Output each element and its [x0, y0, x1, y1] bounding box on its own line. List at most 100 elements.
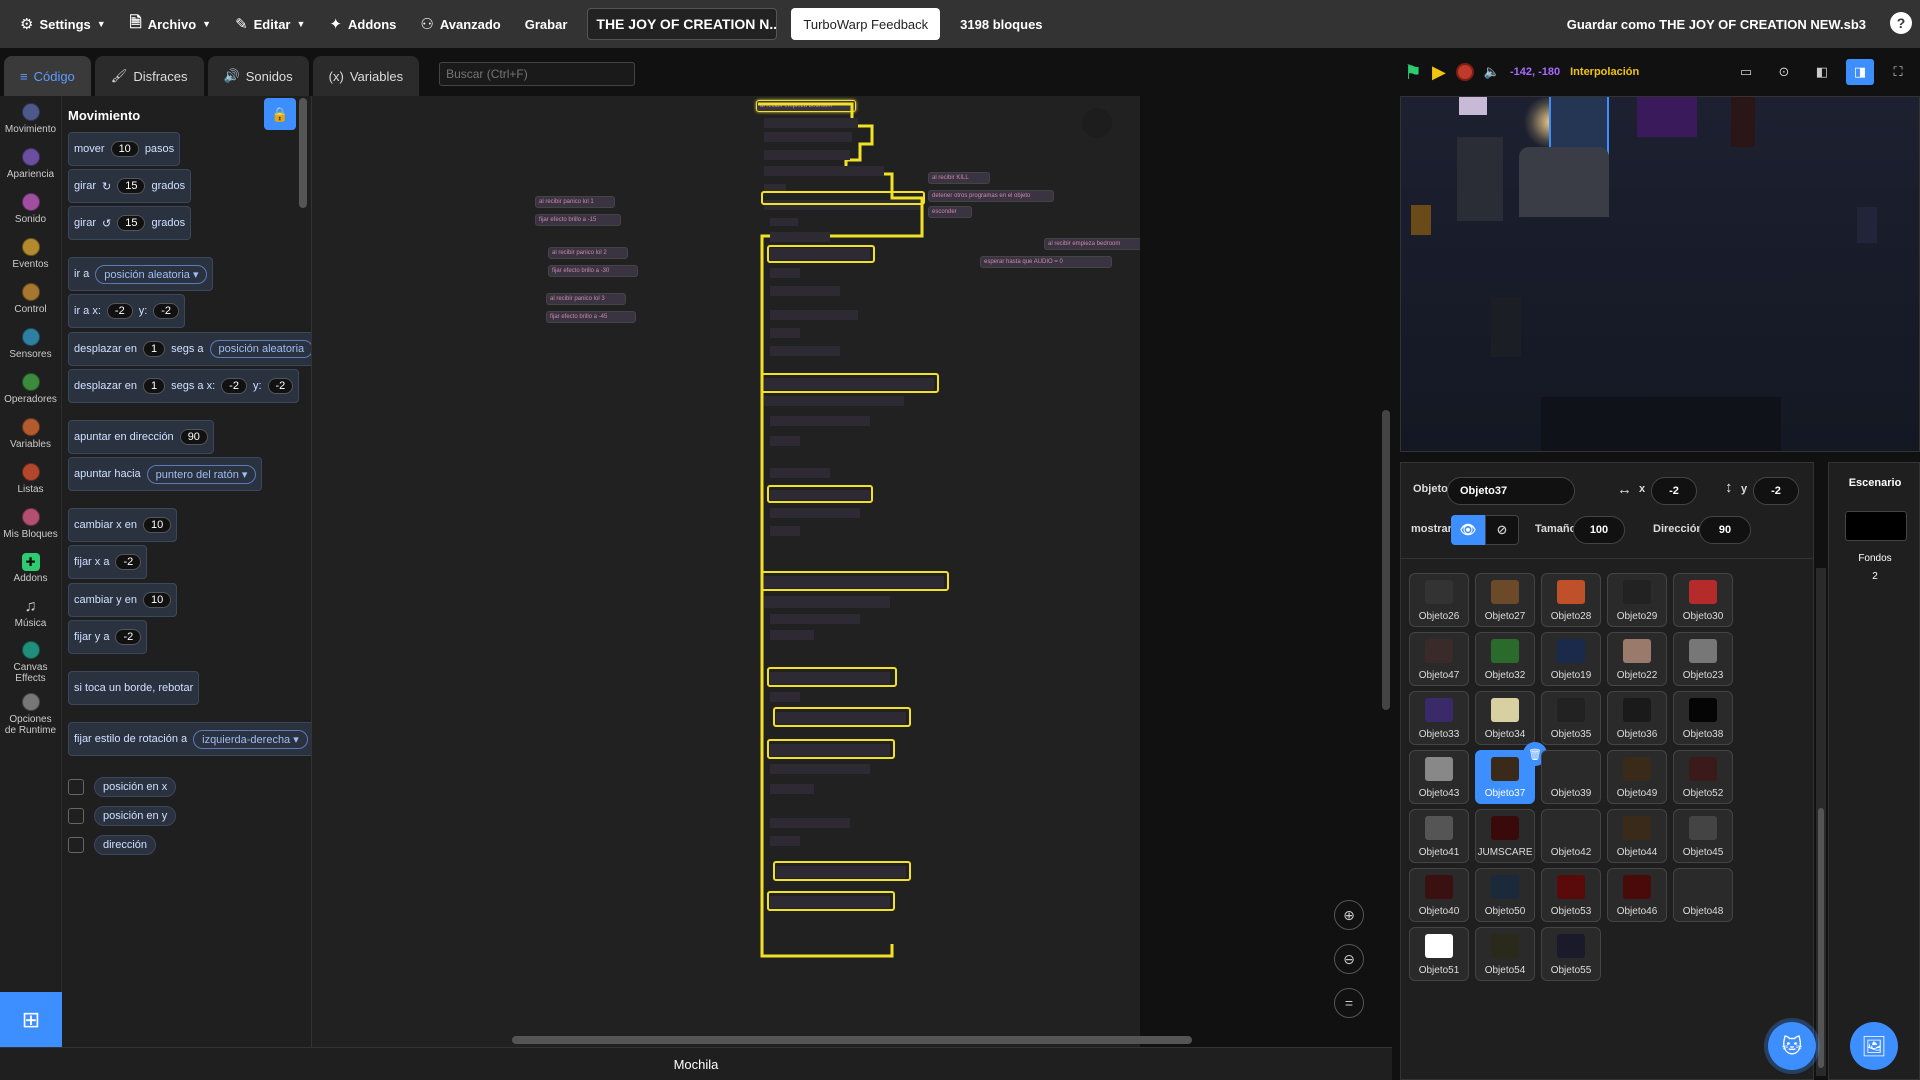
- monitor-checkbox[interactable]: [68, 808, 84, 824]
- save-as-button[interactable]: Guardar como THE JOY OF CREATION NEW.sb3: [1555, 0, 1878, 48]
- block-dropdown[interactable]: izquierda-derecha ▾: [193, 729, 308, 749]
- sprite-tile[interactable]: Objeto53: [1541, 868, 1601, 922]
- sprite-tile[interactable]: Objeto26: [1409, 573, 1469, 627]
- reporter-direccion[interactable]: dirección: [68, 835, 157, 855]
- sprite-tile[interactable]: Objeto34: [1475, 691, 1535, 745]
- search-input[interactable]: [439, 62, 636, 86]
- size-input[interactable]: 100: [1573, 516, 1625, 544]
- play-icon[interactable]: ▶: [1432, 62, 1446, 83]
- block-cambiar-y[interactable]: cambiar y en 10: [68, 583, 178, 617]
- category-movimiento[interactable]: Movimiento: [0, 96, 61, 141]
- sprite-tile[interactable]: Objeto19: [1541, 632, 1601, 686]
- tab-sonidos[interactable]: 🔊 Sonidos: [207, 56, 309, 96]
- direction-input[interactable]: 90: [1699, 516, 1751, 544]
- category-mis-bloques[interactable]: Mis Bloques: [0, 501, 61, 546]
- help-icon[interactable]: ?: [1890, 12, 1912, 34]
- block-input[interactable]: -2: [267, 378, 294, 394]
- small-stage-icon[interactable]: ◧: [1808, 59, 1836, 85]
- block-dropdown[interactable]: posición aleatoria ▾: [95, 264, 208, 284]
- script-hat[interactable]: al recibir empieza bedroom: [1044, 238, 1140, 250]
- block-girar-derecha[interactable]: girar ↻ 15 grados: [68, 169, 192, 203]
- block-desplazar-a[interactable]: desplazar en 1 segs a posición aleatoria: [68, 332, 311, 366]
- sprite-tile[interactable]: Objeto42: [1541, 809, 1601, 863]
- script-block[interactable]: fijar efecto brillo a -45: [546, 311, 636, 323]
- y-input[interactable]: -2: [1753, 477, 1799, 505]
- sprite-tile[interactable]: Objeto54: [1475, 927, 1535, 981]
- category-musica[interactable]: ♫ Música: [0, 591, 61, 636]
- feedback-button[interactable]: TurboWarp Feedback: [791, 8, 941, 40]
- category-variables[interactable]: Variables: [0, 411, 61, 456]
- zoom-reset-button[interactable]: =: [1334, 988, 1364, 1018]
- sprite-tile[interactable]: Objeto47: [1409, 632, 1469, 686]
- sprite-tile[interactable]: Objeto44: [1607, 809, 1667, 863]
- tab-variables[interactable]: (x) Variables: [312, 56, 420, 96]
- block-input[interactable]: -2: [153, 303, 180, 319]
- sprite-tile[interactable]: Objeto52: [1673, 750, 1733, 804]
- sprite-tile[interactable]: Objeto28: [1541, 573, 1601, 627]
- sprite-list-scrollbar-thumb[interactable]: [1818, 808, 1824, 1068]
- category-addons[interactable]: ✚ Addons: [0, 546, 61, 591]
- sprite-tile[interactable]: Objeto50: [1475, 868, 1535, 922]
- sprite-tile[interactable]: Objeto33: [1409, 691, 1469, 745]
- large-stage-icon[interactable]: ◨: [1846, 59, 1874, 85]
- category-sensores[interactable]: Sensores: [0, 321, 61, 366]
- block-dropdown[interactable]: puntero del ratón ▾: [146, 464, 257, 484]
- stage-target-panel[interactable]: Escenario Fondos 2: [1828, 462, 1920, 1080]
- sprite-tile[interactable]: Objeto30: [1673, 573, 1733, 627]
- sprite-tile[interactable]: Objeto55: [1541, 927, 1601, 981]
- block-ir-a[interactable]: ir a posición aleatoria ▾: [68, 257, 214, 291]
- script-workspace[interactable]: al recibir panico lol 1 fijar efecto bri…: [312, 96, 1140, 1047]
- reporter-posicion-x[interactable]: posición en x: [68, 777, 177, 797]
- archivo-menu[interactable]: 🗎 Archivo ▼: [118, 0, 223, 48]
- script-block[interactable]: esperar hasta que AUDIO = 0: [980, 256, 1112, 268]
- script-block[interactable]: fijar efecto brillo a -30: [548, 265, 638, 277]
- sprite-tile[interactable]: Objeto45: [1673, 809, 1733, 863]
- category-opciones-runtime[interactable]: Opciones de Runtime: [0, 688, 61, 740]
- category-operadores[interactable]: Operadores: [0, 366, 61, 411]
- tab-codigo[interactable]: ≡ Código: [4, 56, 91, 96]
- block-input[interactable]: 1: [143, 378, 166, 394]
- block-input[interactable]: 90: [179, 429, 208, 445]
- block-input[interactable]: 15: [117, 215, 146, 231]
- sprite-tile[interactable]: Objeto46: [1607, 868, 1667, 922]
- lock-palette-button[interactable]: 🔒: [264, 98, 296, 130]
- block-girar-izquierda[interactable]: girar ↺ 15 grados: [68, 206, 192, 240]
- category-canvas-effects[interactable]: Canvas Effects: [0, 636, 61, 688]
- category-control[interactable]: Control: [0, 276, 61, 321]
- workspace-horizontal-scrollbar[interactable]: [512, 1036, 1192, 1044]
- block-input[interactable]: 10: [142, 517, 172, 533]
- sprite-tile[interactable]: Objeto29: [1607, 573, 1667, 627]
- category-apariencia[interactable]: Apariencia: [0, 141, 61, 186]
- sprite-tile[interactable]: Objeto41: [1409, 809, 1469, 863]
- sprite-tile[interactable]: Objeto35: [1541, 691, 1601, 745]
- stop-icon[interactable]: [1455, 63, 1474, 81]
- console-icon[interactable]: ▭: [1732, 59, 1760, 85]
- backpack[interactable]: Mochila: [0, 1047, 1392, 1080]
- block-desplazar-xy[interactable]: desplazar en 1 segs a x: -2 y: -2: [68, 369, 300, 403]
- tab-disfraces[interactable]: 🖌 Disfraces: [94, 56, 204, 96]
- add-extension-button[interactable]: ⊞: [0, 992, 62, 1047]
- block-dropdown[interactable]: posición aleatoria: [209, 340, 311, 358]
- green-flag-icon[interactable]: ⚑: [1404, 60, 1422, 85]
- sprite-tile[interactable]: Objeto32: [1475, 632, 1535, 686]
- block-apuntar-hacia[interactable]: apuntar hacia puntero del ratón ▾: [68, 457, 263, 491]
- block-estilo-rotacion[interactable]: fijar estilo de rotación a izquierda-dere…: [68, 722, 311, 756]
- sprite-tile[interactable]: Objeto22: [1607, 632, 1667, 686]
- add-backdrop-button[interactable]: 🖼: [1850, 1022, 1898, 1070]
- avanzado-menu[interactable]: ⚇ Avanzado: [408, 0, 512, 48]
- sprite-tile[interactable]: JUMSCARE: [1475, 809, 1535, 863]
- workspace-vertical-scrollbar[interactable]: [1382, 410, 1390, 710]
- sprite-tile[interactable]: Objeto40: [1409, 868, 1469, 922]
- addons-menu[interactable]: ✦ Addons: [317, 0, 408, 48]
- fullscreen-icon[interactable]: ⛶: [1884, 59, 1912, 85]
- block-rebotar[interactable]: si toca un borde, rebotar: [68, 671, 200, 705]
- block-mover[interactable]: mover 10 pasos: [68, 132, 181, 166]
- show-hidden-button[interactable]: ⊘: [1485, 515, 1519, 545]
- editar-menu[interactable]: ✎ Editar ▼: [223, 0, 317, 48]
- zoom-in-button[interactable]: ⊕: [1334, 900, 1364, 930]
- block-input[interactable]: -2: [106, 303, 133, 319]
- script-hat[interactable]: al recibir panico lol 3: [546, 293, 626, 305]
- sprite-tile[interactable]: Objeto49: [1607, 750, 1667, 804]
- script-hat[interactable]: al recibir panico lol 2: [548, 247, 628, 259]
- reporter-posicion-y[interactable]: posición en y: [68, 806, 177, 826]
